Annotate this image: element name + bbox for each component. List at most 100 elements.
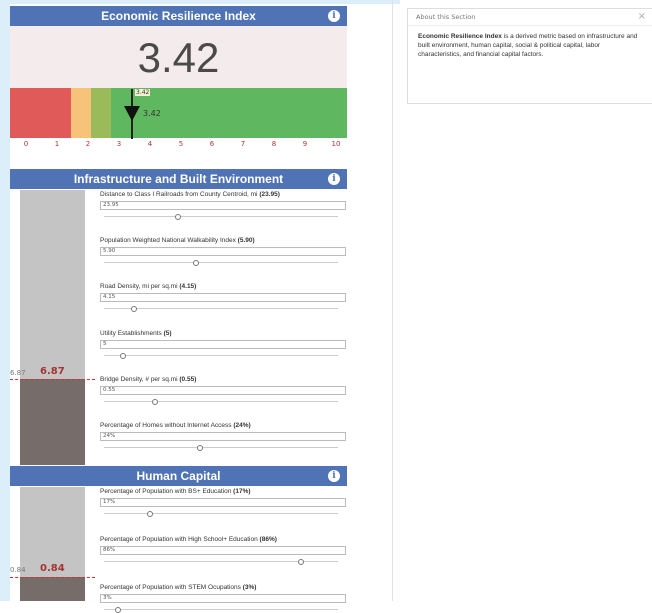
- metric-name: Road Density, mi per sq.mi: [100, 283, 178, 290]
- metric-label: Percentage of Population with STEM Ocupa…: [100, 584, 344, 593]
- metric-name: Utility Establishments: [100, 330, 162, 337]
- score-marker-tag: 3.42: [135, 89, 151, 96]
- metric-value: (17%): [233, 488, 251, 495]
- metric-name: Bridge Density, # per sq.mi: [100, 376, 178, 383]
- metric-input[interactable]: 17%: [100, 498, 346, 507]
- slider-thumb[interactable]: [297, 559, 304, 565]
- scale-tick: 4: [147, 140, 153, 148]
- metric-name: Population Weighted National Walkability…: [100, 237, 236, 244]
- metric-input[interactable]: 0.55: [100, 386, 346, 395]
- human-capital-bar-label-small: 0.84: [10, 566, 26, 574]
- slider-thumb[interactable]: [131, 306, 138, 312]
- metric-item: Bridge Density, # per sq.mi (0.55) 0.55: [100, 376, 346, 405]
- metric-label: Population Weighted National Walkability…: [100, 237, 344, 246]
- metric-label: Road Density, mi per sq.mi (4.15): [100, 283, 344, 292]
- slider-track: [104, 355, 338, 356]
- about-text: Economic Resilience Index is a derived m…: [408, 26, 652, 65]
- page-top-strip: [0, 0, 400, 4]
- metric-value: (86%): [259, 536, 277, 543]
- scale-band-orange: [70, 88, 91, 138]
- metric-input[interactable]: 5.90: [100, 247, 346, 256]
- score-value: 3.42: [137, 34, 220, 81]
- human-capital-bar-fill: [20, 577, 85, 601]
- metric-slider[interactable]: [100, 260, 338, 266]
- slider-thumb[interactable]: [151, 399, 158, 405]
- score-marker-arrow: [124, 106, 140, 121]
- scale-tick: 10: [331, 140, 341, 148]
- infrastructure-title: Infrastructure and Built Environment: [73, 172, 284, 186]
- slider-track: [104, 262, 338, 263]
- score-marker-text: 3.42: [143, 109, 161, 118]
- metric-value: (24%): [233, 422, 251, 429]
- slider-track: [104, 609, 338, 610]
- infrastructure-header: Infrastructure and Built Environment i: [10, 169, 347, 189]
- metric-name: Percentage of Population with High Schoo…: [100, 536, 258, 543]
- metric-item: Population Weighted National Walkability…: [100, 237, 346, 266]
- metric-value: (5.90): [237, 237, 255, 244]
- metric-label: Distance to Class I Railroads from Count…: [100, 191, 344, 200]
- about-panel: About this Section × Economic Resilience…: [407, 8, 652, 104]
- slider-thumb[interactable]: [174, 214, 181, 220]
- panel-divider: [392, 0, 393, 601]
- score-panel: 3.42: [10, 26, 347, 88]
- metric-label: Bridge Density, # per sq.mi (0.55): [100, 376, 344, 385]
- scale-tick: 3: [116, 140, 122, 148]
- metric-label: Utility Establishments (5): [100, 330, 344, 339]
- metric-slider[interactable]: [100, 399, 338, 405]
- page-edge: [0, 0, 10, 601]
- index-title: Economic Resilience Index: [101, 9, 256, 23]
- metric-value: (5): [163, 330, 172, 337]
- metric-item: Percentage of Homes without Internet Acc…: [100, 422, 346, 451]
- human-capital-title: Human Capital: [136, 469, 221, 483]
- metric-input[interactable]: 4.15: [100, 293, 346, 302]
- infrastructure-bar-dash: [10, 379, 95, 380]
- about-header: About this Section ×: [408, 9, 652, 26]
- metric-slider[interactable]: [100, 353, 338, 359]
- slider-thumb[interactable]: [119, 353, 126, 359]
- info-icon[interactable]: i: [328, 470, 340, 482]
- scale-tick: 2: [85, 140, 91, 148]
- slider-thumb[interactable]: [147, 511, 154, 517]
- metric-value: (3%): [242, 584, 257, 591]
- metric-name: Distance to Class I Railroads from Count…: [100, 191, 258, 198]
- metric-slider[interactable]: [100, 607, 338, 613]
- metric-input[interactable]: 86%: [100, 546, 346, 555]
- slider-track: [104, 308, 338, 309]
- metric-item: Percentage of Population with STEM Ocupa…: [100, 584, 346, 613]
- metric-label: Percentage of Homes without Internet Acc…: [100, 422, 344, 431]
- metric-item: Utility Establishments (5) 5: [100, 330, 346, 359]
- metric-slider[interactable]: [100, 306, 338, 312]
- info-icon[interactable]: i: [328, 10, 340, 22]
- close-icon[interactable]: ×: [638, 9, 646, 25]
- slider-track: [104, 447, 338, 448]
- metric-name: Percentage of Population with BS+ Educat…: [100, 488, 232, 495]
- human-capital-header: Human Capital i: [10, 466, 347, 486]
- about-bold: Economic Resilience Index: [418, 33, 502, 40]
- slider-track: [104, 513, 338, 514]
- slider-thumb[interactable]: [115, 607, 122, 613]
- slider-thumb[interactable]: [192, 260, 199, 266]
- scale-tick: 5: [178, 140, 184, 148]
- info-icon[interactable]: i: [328, 173, 340, 185]
- scale-tick: 7: [240, 140, 246, 148]
- scale-band-light_green: [90, 88, 112, 138]
- metric-input[interactable]: 24%: [100, 432, 346, 441]
- metric-slider[interactable]: [100, 559, 338, 565]
- scale-band-red: [10, 88, 71, 138]
- metric-slider[interactable]: [100, 214, 338, 220]
- scale-tick: 6: [209, 140, 215, 148]
- scale-tick: 9: [302, 140, 308, 148]
- metric-value: (4.15): [179, 283, 197, 290]
- human-capital-bar-label: 0.84: [40, 563, 65, 574]
- metric-input[interactable]: 3%: [100, 594, 346, 603]
- metric-slider[interactable]: [100, 445, 338, 451]
- metric-label: Percentage of Population with High Schoo…: [100, 536, 344, 545]
- metric-input[interactable]: 5: [100, 340, 346, 349]
- metric-item: Distance to Class I Railroads from Count…: [100, 191, 346, 220]
- metric-name: Percentage of Population with STEM Ocupa…: [100, 584, 241, 591]
- scale-tick: 1: [54, 140, 60, 148]
- metric-slider[interactable]: [100, 511, 338, 517]
- slider-thumb[interactable]: [197, 445, 204, 451]
- infrastructure-bar-label-small: 6.87: [10, 369, 26, 377]
- metric-input[interactable]: 23.95: [100, 201, 346, 210]
